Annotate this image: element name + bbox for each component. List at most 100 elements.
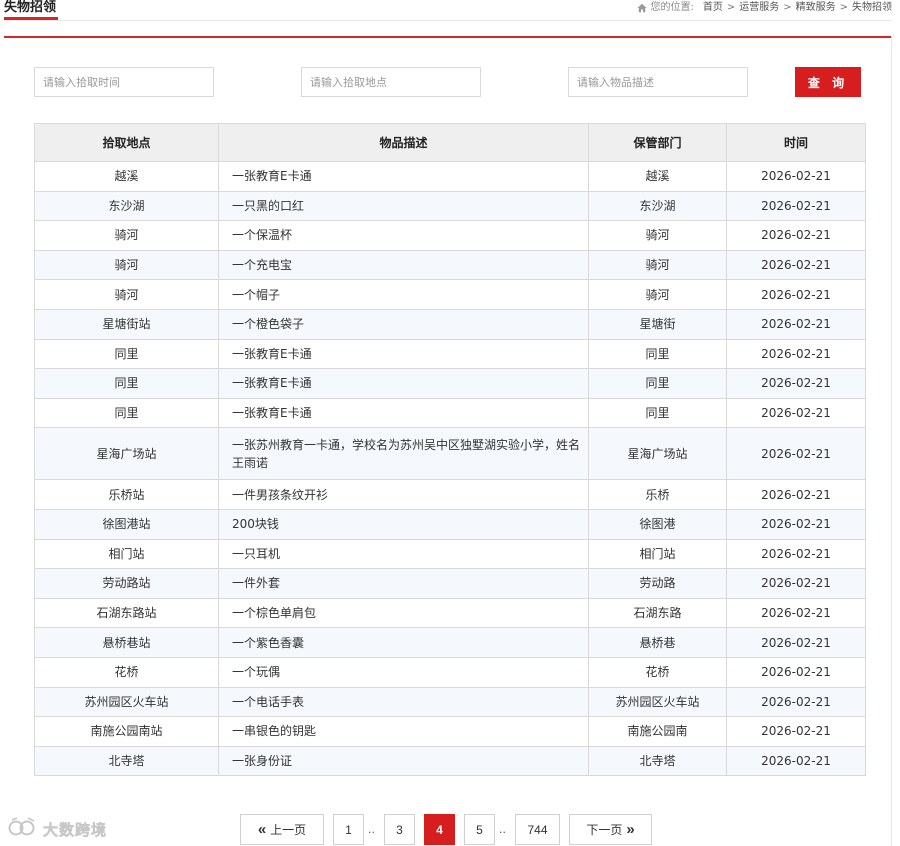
- lost-items-table: 拾取地点 物品描述 保管部门 时间 越溪 一张教育E卡通 越溪 2026-02-21 东…: [34, 123, 866, 777]
- table-row: 劳动路站 一件外套 劳动路 2026-02-21: [34, 568, 866, 599]
- cell-date: 2026-02-21: [726, 538, 866, 570]
- pickup-location-input[interactable]: [301, 67, 481, 97]
- cell-location: 东沙湖: [34, 190, 219, 222]
- table-row: 徐图港站 200块钱 徐图港 2026-02-21: [34, 508, 866, 540]
- watermark: 大数跨境: [8, 817, 107, 841]
- cell-location: 同里: [34, 368, 219, 399]
- cell-description: 一个棕色单肩包: [218, 597, 589, 629]
- cell-department: 乐桥: [588, 479, 727, 510]
- pagination: « 上一页 1 .. 3 4 5 .. 744 下一页 »: [240, 814, 661, 845]
- cell-date: 2026-02-21: [726, 479, 866, 510]
- cell-description: 一张教育E卡通: [218, 161, 589, 192]
- home-icon: [637, 3, 648, 13]
- cell-location: 花桥: [34, 656, 219, 688]
- watermark-text: 大数跨境: [43, 820, 108, 839]
- cell-department: 骑河: [588, 220, 727, 251]
- table-row: 同里 一张教育E卡通 同里 2026-02-21: [34, 368, 866, 399]
- cell-date: 2026-02-21: [726, 308, 866, 340]
- cell-department: 北寺塔: [588, 745, 727, 777]
- cell-description: 一只黑的口红: [218, 190, 589, 222]
- cell-location: 骑河: [34, 279, 219, 310]
- cell-location: 同里: [34, 397, 219, 429]
- cell-description: 一个充电宝: [218, 249, 589, 281]
- cell-description: 一个玩偶: [218, 656, 589, 688]
- column-header-department: 保管部门: [588, 123, 727, 162]
- header-accent-rule: [4, 36, 892, 38]
- table-row: 石湖东路站 一个棕色单肩包 石湖东路 2026-02-21: [34, 597, 866, 629]
- pagination-ellipsis: ..: [499, 823, 506, 836]
- cell-description: 一件男孩条纹开衫: [218, 479, 589, 510]
- chevron-right-icon: »: [626, 821, 635, 838]
- cell-location: 劳动路站: [34, 568, 219, 599]
- page-button-4-current[interactable]: 4: [424, 814, 455, 845]
- table-row: 苏州园区火车站 一个电话手表 苏州园区火车站 2026-02-21: [34, 686, 866, 718]
- cell-location: 北寺塔: [34, 745, 219, 777]
- cell-department: 越溪: [588, 161, 727, 192]
- cell-date: 2026-02-21: [726, 508, 866, 540]
- table-row: 同里 一张教育E卡通 同里 2026-02-21: [34, 397, 866, 429]
- page-header: 失物招领 您的位置: 首页 > 运营服务 > 精致服务 > 失物招领: [0, 0, 900, 38]
- cell-department: 石湖东路: [588, 597, 727, 629]
- table-row: 乐桥站 一件男孩条纹开衫 乐桥 2026-02-21: [34, 479, 866, 510]
- content-right-border: [891, 36, 892, 846]
- cell-description: 一个紫色香囊: [218, 627, 589, 658]
- table-row: 越溪 一张教育E卡通 越溪 2026-02-21: [34, 161, 866, 192]
- search-button[interactable]: 查 询: [795, 67, 861, 97]
- cell-department: 骑河: [588, 249, 727, 281]
- cell-department: 星塘街: [588, 308, 727, 340]
- breadcrumb: 您的位置: 首页 > 运营服务 > 精致服务 > 失物招领: [637, 1, 892, 15]
- next-page-button[interactable]: 下一页 »: [569, 814, 652, 845]
- page-button-1[interactable]: 1: [333, 814, 364, 845]
- cell-description: 一张教育E卡通: [218, 397, 589, 429]
- table-row: 相门站 一只耳机 相门站 2026-02-21: [34, 538, 866, 570]
- cell-date: 2026-02-21: [726, 220, 866, 251]
- table-row: 东沙湖 一只黑的口红 东沙湖 2026-02-21: [34, 190, 866, 222]
- table-row: 星塘街站 一个橙色袋子 星塘街 2026-02-21: [34, 308, 866, 340]
- cell-location: 悬桥巷站: [34, 627, 219, 658]
- cell-date: 2026-02-21: [726, 368, 866, 399]
- breadcrumb-item-lost-found[interactable]: 失物招领: [852, 1, 892, 15]
- cell-location: 徐图港站: [34, 508, 219, 540]
- page-button-5[interactable]: 5: [464, 814, 495, 845]
- table-header-row: 拾取地点 物品描述 保管部门 时间: [34, 123, 866, 162]
- item-description-input[interactable]: [568, 67, 748, 97]
- page-button-last[interactable]: 744: [515, 814, 560, 845]
- cell-date: 2026-02-21: [726, 686, 866, 718]
- cell-department: 同里: [588, 397, 727, 429]
- cell-description: 一串银色的钥匙: [218, 716, 589, 747]
- cell-department: 同里: [588, 338, 727, 370]
- chevron-left-icon: «: [257, 821, 267, 838]
- table-row: 悬桥巷站 一个紫色香囊 悬桥巷 2026-02-21: [34, 627, 866, 658]
- cell-location: 乐桥站: [34, 479, 219, 510]
- cell-department: 徐图港: [588, 508, 727, 540]
- pagination-ellipsis: ..: [368, 823, 375, 836]
- cell-location: 南施公园南站: [34, 716, 219, 747]
- cell-description: 一件外套: [218, 568, 589, 599]
- cell-location: 相门站: [34, 538, 219, 570]
- breadcrumb-item-operations[interactable]: 运营服务: [739, 1, 779, 15]
- cell-description: 一张教育E卡通: [218, 368, 589, 399]
- cell-date: 2026-02-21: [726, 190, 866, 222]
- page-title: 失物招领: [4, 0, 57, 15]
- breadcrumb-item-services[interactable]: 精致服务: [796, 1, 836, 15]
- cell-date: 2026-02-21: [726, 568, 866, 599]
- prev-page-label: 上一页: [270, 823, 307, 837]
- table-row: 同里 一张教育E卡通 同里 2026-02-21: [34, 338, 866, 370]
- table-row: 星海广场站 一张苏州教育一卡通，学校名为苏州吴中区独墅湖实验小学，姓名王雨诺 星海广…: [34, 427, 866, 481]
- breadcrumb-item-home[interactable]: 首页: [703, 1, 723, 15]
- breadcrumb-separator: >: [839, 2, 848, 13]
- pickup-time-input[interactable]: [34, 67, 214, 97]
- column-header-date: 时间: [726, 123, 866, 162]
- cell-department: 同里: [588, 368, 727, 399]
- next-page-label: 下一页: [586, 823, 623, 837]
- cell-description: 200块钱: [218, 508, 589, 540]
- cell-date: 2026-02-21: [726, 279, 866, 310]
- column-header-description: 物品描述: [218, 123, 589, 162]
- prev-page-button[interactable]: « 上一页: [240, 814, 324, 845]
- page-button-3[interactable]: 3: [384, 814, 415, 845]
- cell-department: 东沙湖: [588, 190, 727, 222]
- cell-description: 一个橙色袋子: [218, 308, 589, 340]
- table-row: 骑河 一个充电宝 骑河 2026-02-21: [34, 249, 866, 281]
- cell-date: 2026-02-21: [726, 338, 866, 370]
- cell-department: 南施公园南: [588, 716, 727, 747]
